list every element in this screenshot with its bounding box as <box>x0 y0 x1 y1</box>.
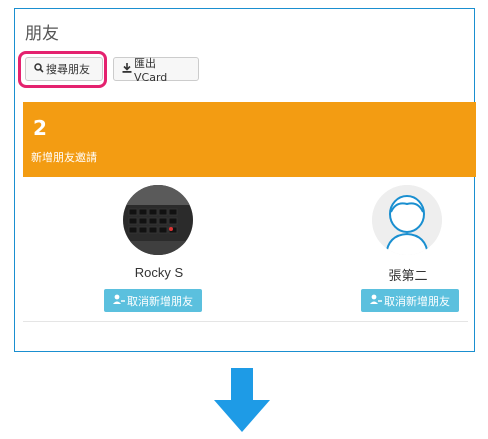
requester-name: Rocky S <box>134 265 184 280</box>
cancel-request-label: 取消新增朋友 <box>127 294 193 308</box>
laptop-photo-icon <box>123 185 193 255</box>
default-person-icon <box>372 185 442 255</box>
divider <box>23 321 468 322</box>
requester-name: 張第二 <box>388 269 428 284</box>
download-icon <box>122 62 132 76</box>
search-button-highlight <box>18 51 107 88</box>
page-title: 朋友 <box>25 24 59 44</box>
export-vcard-button[interactable]: 匯出 VCard <box>113 56 199 84</box>
request-label: 新增朋友邀請 <box>31 151 97 164</box>
export-vcard-label: 匯出 VCard <box>134 56 168 84</box>
cancel-request-button[interactable]: 取消新增朋友 <box>104 289 202 312</box>
friend-requests-header: 2 新增朋友邀請 <box>23 102 476 177</box>
request-count: 2 <box>33 116 47 140</box>
user-remove-icon <box>370 294 382 307</box>
friends-panel: 朋友 搜尋朋友 匯出 VCard 2 新增朋友邀請 Rocky S 取消新增朋友… <box>14 8 476 352</box>
user-remove-icon <box>113 294 125 307</box>
avatar <box>123 185 193 255</box>
avatar <box>372 185 442 255</box>
cancel-request-label: 取消新增朋友 <box>384 294 450 308</box>
down-arrow-icon <box>214 368 270 432</box>
cancel-request-button[interactable]: 取消新增朋友 <box>361 289 459 312</box>
